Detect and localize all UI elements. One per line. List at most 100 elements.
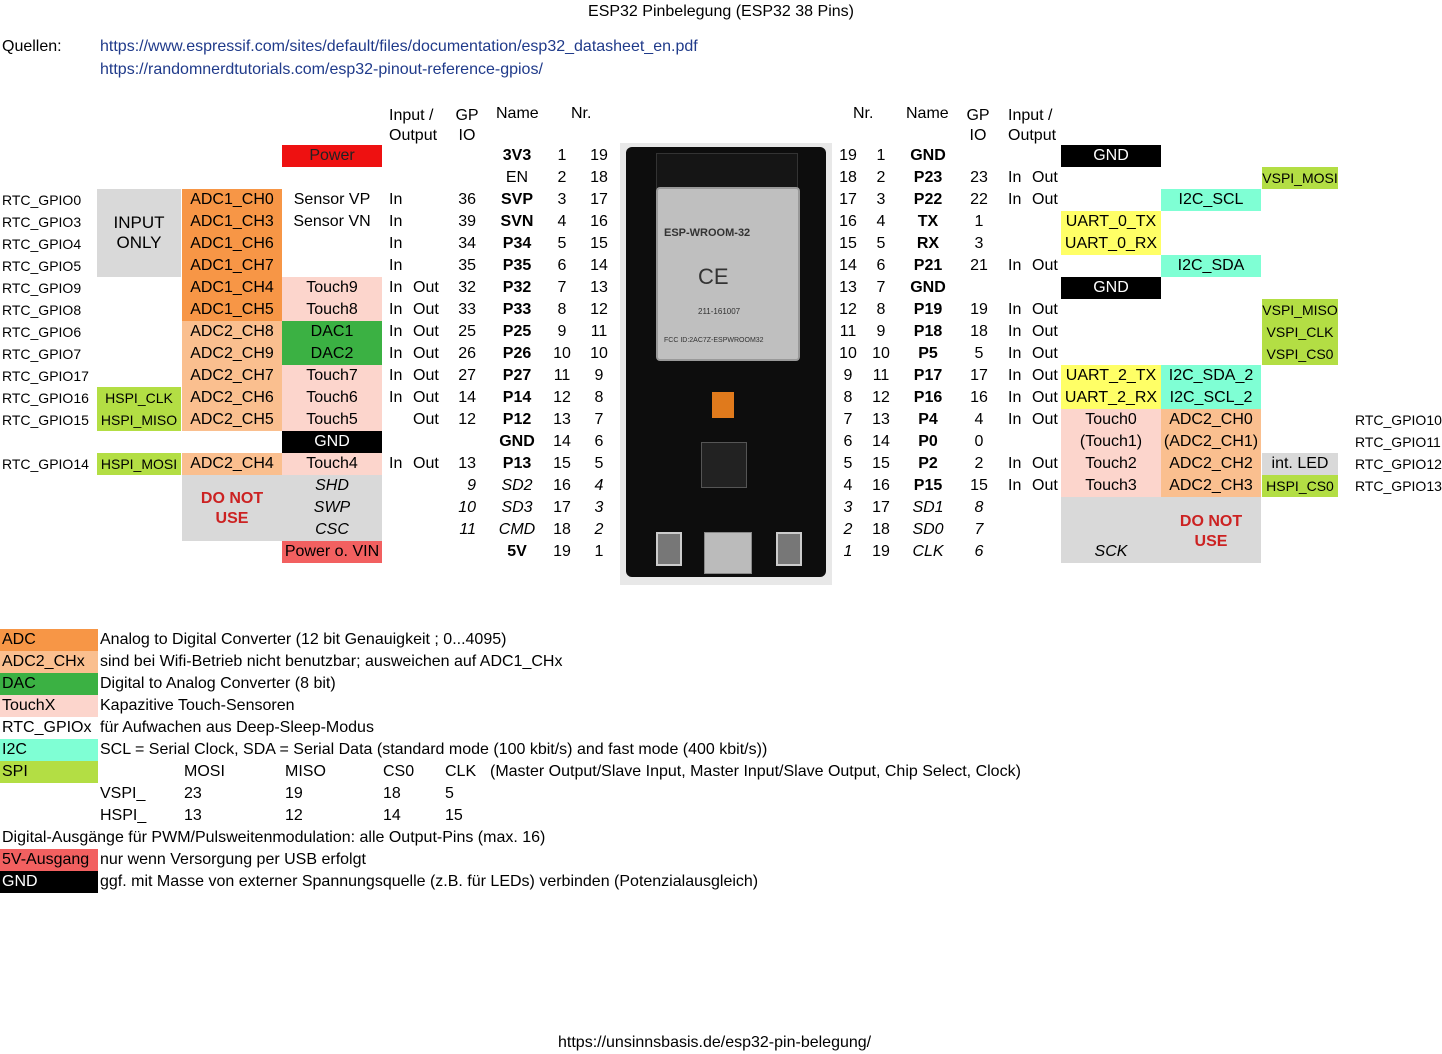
- legend-key: I2C: [0, 739, 98, 761]
- pin-nr: 19: [872, 543, 890, 560]
- output-label: Out: [1032, 191, 1058, 208]
- pin-nr-reverse: 13: [590, 279, 608, 296]
- legend-text: Kapazitive Touch-Sensoren: [100, 697, 295, 714]
- left-io-header: Input / Output: [389, 107, 438, 144]
- adc-cell: ADC2_CH9: [182, 343, 282, 365]
- right-i2c-adc-cell: ADC2_CH2: [1161, 453, 1261, 475]
- gpio-number: 7: [974, 521, 984, 538]
- right-func-cell: (Touch1): [1061, 431, 1161, 453]
- pin-nr-reverse: 13: [839, 279, 857, 296]
- right-spi-cell: int. LED: [1262, 453, 1338, 475]
- gpio-number: 1: [974, 213, 984, 230]
- rtc-gpio-label: RTC_GPIO8: [2, 302, 82, 318]
- right-spi-cell: VSPI_MISO: [1262, 299, 1338, 321]
- pin-nr-reverse: 7: [843, 411, 853, 428]
- input-label: In: [389, 213, 403, 230]
- output-label: Out: [1032, 169, 1058, 186]
- pin-name: SD1: [912, 499, 944, 516]
- source-link-espressif[interactable]: https://www.espressif.com/sites/default/…: [100, 38, 698, 56]
- legend-text-5v: nur wenn Versorgung per USB erfolgt: [100, 851, 366, 868]
- pin-name: P15: [913, 477, 943, 494]
- pin-name: CMD: [498, 521, 536, 538]
- vspi-miso: 19: [285, 785, 303, 802]
- pin-nr: 17: [872, 499, 890, 516]
- pin-nr-reverse: 5: [594, 455, 604, 472]
- output-label: Out: [413, 323, 439, 340]
- rtc-gpio-label: RTC_GPIO3: [2, 214, 82, 230]
- pin-nr: 11: [553, 367, 571, 384]
- power-cell: Power: [282, 145, 382, 167]
- pin-nr-reverse: 10: [839, 345, 857, 362]
- rtc-gpio-label: RTC_GPIO14: [2, 456, 89, 472]
- rtc-gpio-label: RTC_GPIO17: [2, 368, 89, 384]
- input-label: In: [389, 257, 403, 274]
- vspi-label: VSPI_: [100, 785, 146, 802]
- right-i2c-adc-cell: I2C_SDA: [1161, 255, 1261, 277]
- legend-text: Analog to Digital Converter (12 bit Gena…: [100, 631, 507, 648]
- input-label: In: [389, 367, 403, 384]
- micro-usb-port[interactable]: [704, 532, 752, 574]
- function-cell: Touch8: [282, 299, 382, 321]
- rtc-gpio-label: RTC_GPIO9: [2, 280, 82, 296]
- input-label: In: [389, 191, 403, 208]
- en-button[interactable]: [656, 532, 682, 566]
- sck-label: SCK: [1094, 543, 1128, 560]
- adc-cell: ADC2_CH7: [182, 365, 282, 387]
- right-i2c-adc-cell: I2C_SCL: [1161, 189, 1261, 211]
- gpio-number: 10: [458, 499, 476, 516]
- vspi-cs0: 18: [383, 785, 401, 802]
- pin-nr-reverse: 18: [590, 169, 608, 186]
- pin-nr-reverse: 8: [594, 389, 604, 406]
- legend-key-spi: SPI: [0, 761, 98, 783]
- legend-text-gnd: ggf. mit Masse von externer Spannungsque…: [100, 873, 759, 890]
- pin-nr: 2: [557, 169, 567, 186]
- gpio-number: 0: [974, 433, 984, 450]
- left-do-not-use-block: DO NOT USE: [182, 475, 282, 541]
- output-label: Out: [413, 301, 439, 318]
- right-func-cell: GND: [1061, 145, 1161, 167]
- pin-nr-reverse: 14: [590, 257, 608, 274]
- right-func-cell: UART_2_RX: [1061, 387, 1161, 409]
- adc-cell: ADC2_CH4: [182, 453, 282, 475]
- pin-nr: 4: [876, 213, 886, 230]
- hspi-cell: HSPI_MOSI: [97, 453, 181, 475]
- pin-name: P25: [502, 323, 532, 340]
- gpio-number: 18: [970, 323, 988, 340]
- pin-name: P21: [913, 257, 943, 274]
- function-cell: DAC2: [282, 343, 382, 365]
- input-label: In: [389, 235, 403, 252]
- pin-name: P27: [502, 367, 532, 384]
- right-func-cell: GND: [1061, 277, 1161, 299]
- rtc-gpio-label: RTC_GPIO6: [2, 324, 82, 340]
- spi-description: (Master Output/Slave Input, Master Input…: [490, 763, 1021, 780]
- pin-nr-reverse: 9: [843, 367, 853, 384]
- pin-name: P5: [918, 345, 938, 362]
- output-label: Out: [1032, 389, 1058, 406]
- pin-name: P35: [502, 257, 532, 274]
- pin-name: SVP: [500, 191, 533, 208]
- pin-nr: 4: [557, 213, 567, 230]
- input-label: In: [389, 323, 403, 340]
- output-label: Out: [1032, 257, 1058, 274]
- legend-key: RTC_GPIOx: [0, 717, 98, 739]
- pwm-note: Digital-Ausgänge für PWM/Pulsweitenmodul…: [2, 829, 546, 846]
- pin-nr: 3: [557, 191, 567, 208]
- pin-nr-reverse: 17: [590, 191, 608, 208]
- input-only-block: INPUT ONLY: [97, 189, 181, 277]
- right-func-cell: UART_0_TX: [1061, 211, 1161, 233]
- gpio-number: 12: [458, 411, 476, 428]
- pin-nr-reverse: 14: [839, 257, 857, 274]
- boot-button[interactable]: [776, 532, 802, 566]
- function-cell: Touch7: [282, 365, 382, 387]
- pin-name: P0: [918, 433, 938, 450]
- gpio-number: 14: [458, 389, 476, 406]
- input-label: In: [1008, 191, 1022, 208]
- gpio-number: 2: [974, 455, 984, 472]
- right-i2c-adc-cell: ADC2_CH3: [1161, 475, 1261, 497]
- pin-nr: 5: [557, 235, 567, 252]
- pin-nr-reverse: 4: [843, 477, 853, 494]
- pin-nr: 15: [872, 455, 890, 472]
- footer-url[interactable]: https://unsinnsbasis.de/esp32-pin-belegu…: [558, 1034, 871, 1052]
- source-link-randomnerd[interactable]: https://randomnerdtutorials.com/esp32-pi…: [100, 61, 543, 79]
- pin-name: P13: [502, 455, 532, 472]
